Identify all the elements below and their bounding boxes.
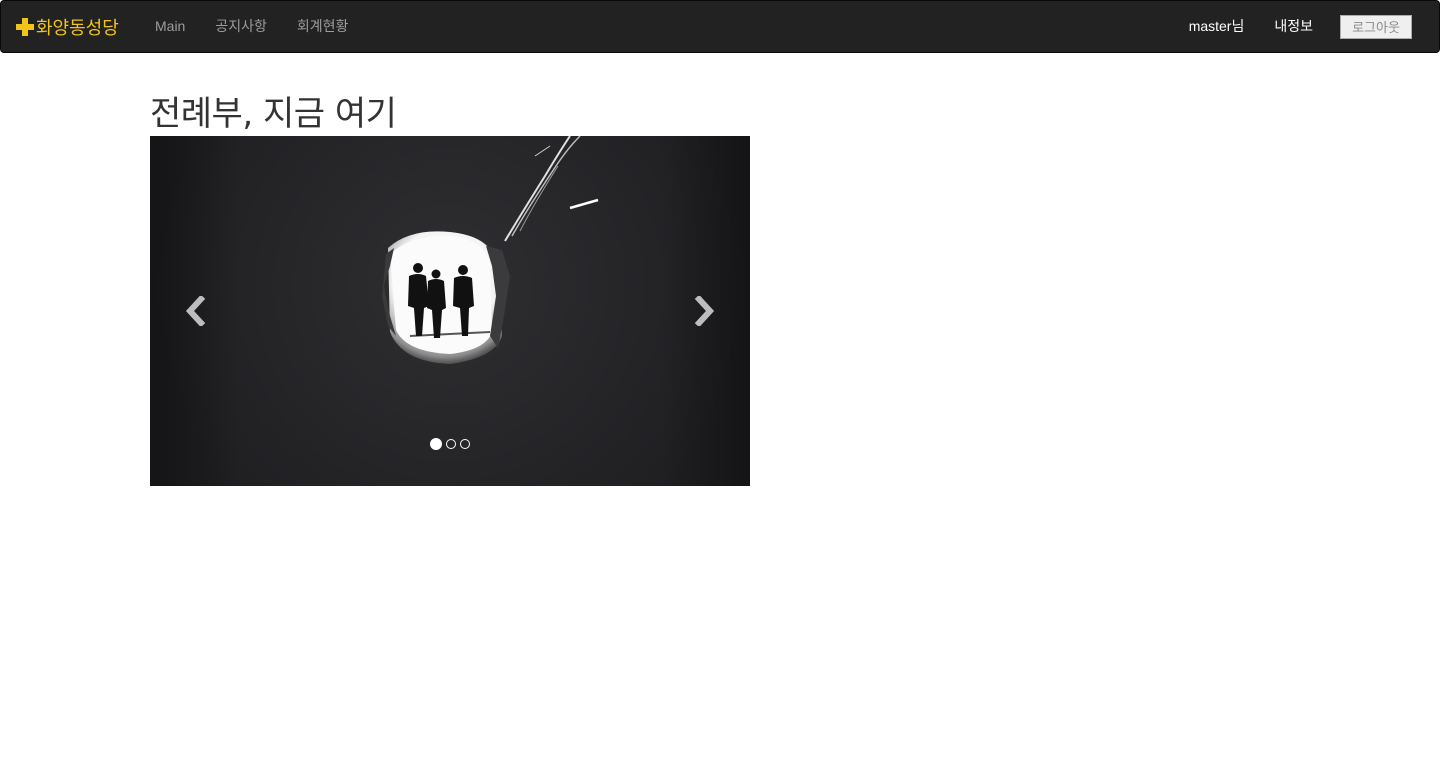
carousel-indicator-2[interactable] — [446, 439, 456, 449]
top-navbar: 화양동성당 Main 공지사항 회계현황 master님 내정보 로그아웃 — [0, 0, 1440, 53]
nav-item-main[interactable]: Main — [140, 1, 200, 52]
nav-item-accounting[interactable]: 회계현황 — [282, 1, 364, 52]
page-title: 전례부, 지금 여기 — [150, 94, 397, 134]
user-nav: master님 내정보 로그아웃 — [1174, 1, 1439, 52]
nav-item-profile[interactable]: 내정보 — [1259, 1, 1328, 52]
nav-item-notices[interactable]: 공지사항 — [200, 1, 282, 52]
logout-button[interactable]: 로그아웃 — [1340, 14, 1412, 39]
carousel-indicator-3[interactable] — [460, 439, 470, 449]
user-greeting[interactable]: master님 — [1174, 1, 1260, 52]
image-carousel — [150, 136, 750, 486]
carousel-prev-button[interactable] — [150, 136, 240, 486]
chevron-left-icon — [185, 296, 206, 326]
carousel-indicators — [150, 438, 750, 450]
carousel-next-button[interactable] — [660, 136, 750, 486]
brand-link[interactable]: 화양동성당 — [16, 15, 119, 39]
chevron-right-icon — [694, 296, 715, 326]
brand-label: 화양동성당 — [36, 18, 119, 38]
carousel-indicator-1[interactable] — [430, 438, 442, 450]
main-nav: Main 공지사항 회계현황 — [140, 1, 363, 52]
cross-icon — [16, 18, 34, 36]
